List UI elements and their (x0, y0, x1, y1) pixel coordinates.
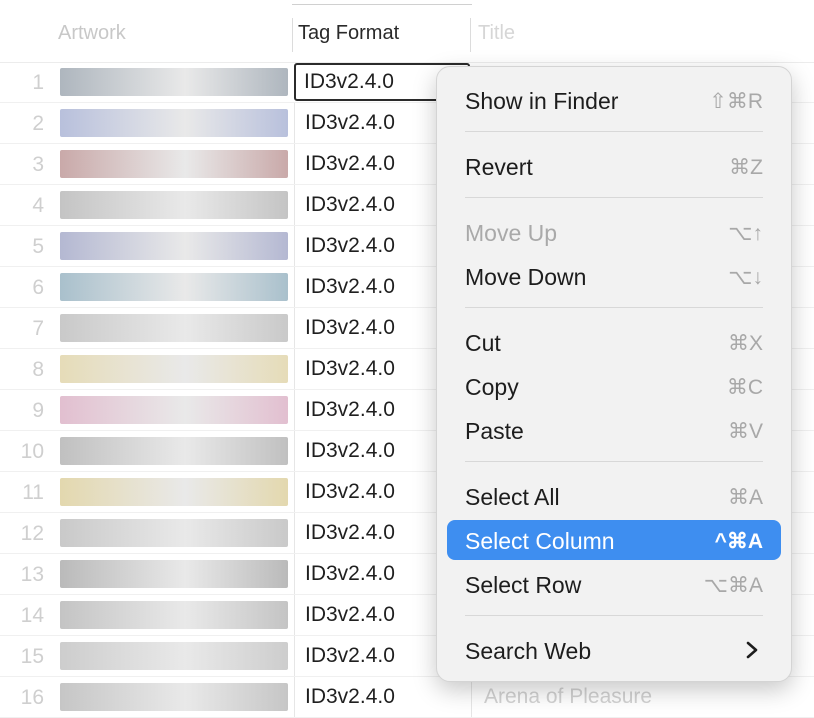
artwork-thumbnail[interactable] (60, 191, 288, 219)
menu-item-select-column[interactable]: Select Column ^⌘A (447, 520, 781, 560)
tag-format-value: ID3v2.4.0 (305, 316, 395, 339)
shortcut-label: ⌥↓ (728, 266, 763, 289)
tag-format-value: ID3v2.4.0 (305, 193, 395, 216)
row-number: 9 (32, 399, 44, 422)
menu-item-select-all[interactable]: Select All ⌘A (447, 476, 781, 516)
chevron-right-icon (746, 641, 758, 659)
tag-format-value: ID3v2.4.0 (305, 111, 395, 134)
menu-separator (465, 615, 763, 616)
shortcut-label: ⌘X (727, 332, 763, 355)
shortcut-label: ⇧⌘R (709, 90, 763, 113)
table-header: Artwork Tag Format Title (0, 0, 814, 63)
tag-format-value: ID3v2.4.0 (305, 275, 395, 298)
artwork-thumbnail[interactable] (60, 68, 288, 96)
tag-format-value: ID3v2.4.0 (305, 603, 395, 626)
tag-format-value: ID3v2.4.0 (305, 685, 395, 708)
artwork-thumbnail[interactable] (60, 396, 288, 424)
row-number: 1 (32, 71, 44, 94)
row-number: 7 (32, 317, 44, 340)
artwork-thumbnail[interactable] (60, 314, 288, 342)
artwork-thumbnail[interactable] (60, 519, 288, 547)
artwork-thumbnail[interactable] (60, 642, 288, 670)
tag-format-value: ID3v2.4.0 (305, 234, 395, 257)
row-number: 2 (32, 112, 44, 135)
shortcut-label: ⌘V (727, 420, 763, 443)
menu-separator (465, 307, 763, 308)
tag-format-value: ID3v2.4.0 (305, 152, 395, 175)
table-row[interactable]: 16 ID3v2.4.0 Arena of Pleasure (0, 677, 814, 718)
row-number: 3 (32, 153, 44, 176)
menu-item-move-up: Move Up ⌥↑ (465, 220, 763, 246)
title-cell[interactable]: Arena of Pleasure (484, 685, 652, 709)
menu-item-revert[interactable]: Revert ⌘Z (447, 146, 781, 186)
tag-format-value: ID3v2.4.0 (305, 644, 395, 667)
tag-format-value: ID3v2.4.0 (304, 70, 394, 93)
row-number: 4 (32, 194, 44, 217)
row-number: 16 (20, 686, 44, 709)
tag-format-value: ID3v2.4.0 (305, 562, 395, 585)
shortcut-label: ⌥↑ (728, 222, 763, 245)
row-number: 5 (32, 235, 44, 258)
artwork-thumbnail[interactable] (60, 109, 288, 137)
artwork-thumbnail[interactable] (60, 437, 288, 465)
context-menu: Show in Finder ⇧⌘R Revert ⌘Z Move Up ⌥↑ … (436, 66, 792, 682)
tag-format-value: ID3v2.4.0 (305, 357, 395, 380)
artwork-thumbnail[interactable] (60, 601, 288, 629)
column-separator[interactable] (292, 18, 293, 52)
row-number: 11 (22, 481, 44, 504)
column-header-tag-format[interactable]: Tag Format (298, 22, 399, 45)
column-header-artwork[interactable]: Artwork (58, 22, 126, 45)
artwork-thumbnail[interactable] (60, 355, 288, 383)
menu-item-copy[interactable]: Copy ⌘C (447, 366, 781, 406)
menu-item-move-down[interactable]: Move Down ⌥↓ (447, 256, 781, 296)
menu-item-cut[interactable]: Cut ⌘X (447, 322, 781, 362)
row-number: 6 (32, 276, 44, 299)
artwork-thumbnail[interactable] (60, 273, 288, 301)
artwork-thumbnail[interactable] (60, 478, 288, 506)
menu-separator (465, 131, 763, 132)
menu-item-paste[interactable]: Paste ⌘V (447, 410, 781, 450)
column-header-title[interactable]: Title (478, 22, 515, 45)
menu-item-search-web[interactable]: Search Web (447, 630, 781, 670)
tag-format-value: ID3v2.4.0 (305, 521, 395, 544)
shortcut-label: ⌥⌘A (703, 574, 763, 597)
row-number: 8 (32, 358, 44, 381)
row-number: 15 (20, 645, 44, 668)
menu-separator (465, 197, 763, 198)
menu-item-show-in-finder[interactable]: Show in Finder ⇧⌘R (447, 80, 781, 120)
shortcut-label: ^⌘A (714, 530, 763, 553)
row-number: 10 (20, 440, 44, 463)
artwork-thumbnail[interactable] (60, 150, 288, 178)
row-number: 12 (20, 522, 44, 545)
column-separator[interactable] (470, 18, 471, 52)
tag-format-value: ID3v2.4.0 (305, 439, 395, 462)
menu-item-select-row[interactable]: Select Row ⌥⌘A (447, 564, 781, 604)
tag-format-value: ID3v2.4.0 (305, 480, 395, 503)
tag-format-value: ID3v2.4.0 (305, 398, 395, 421)
row-number: 13 (20, 563, 44, 586)
artwork-thumbnail[interactable] (60, 683, 288, 711)
header-divider (292, 4, 472, 5)
artwork-thumbnail[interactable] (60, 232, 288, 260)
shortcut-label: ⌘Z (729, 156, 763, 179)
menu-separator (465, 461, 763, 462)
tag-format-cell[interactable]: ID3v2.4.0 (294, 677, 472, 717)
row-number: 14 (20, 604, 44, 627)
shortcut-label: ⌘A (727, 486, 763, 509)
shortcut-label: ⌘C (726, 376, 763, 399)
artwork-thumbnail[interactable] (60, 560, 288, 588)
